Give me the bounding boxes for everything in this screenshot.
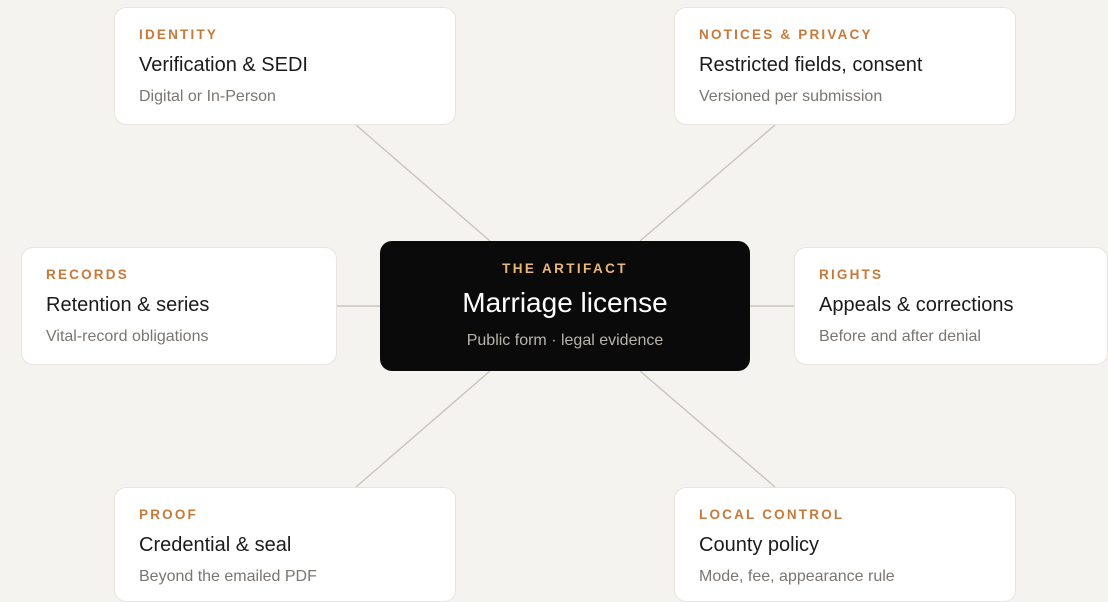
- card-subtitle: Mode, fee, appearance rule: [699, 568, 895, 585]
- card-eyebrow: PROOF: [139, 507, 199, 522]
- card-subtitle: Versioned per submission: [699, 88, 883, 105]
- card-eyebrow: IDENTITY: [139, 27, 219, 42]
- card-title: Appeals & corrections: [819, 294, 1014, 316]
- center-eyebrow: THE ARTIFACT: [502, 261, 628, 276]
- card-eyebrow: RECORDS: [46, 267, 129, 282]
- card-title: Restricted fields, consent: [699, 54, 923, 76]
- card-records: RECORDS Retention & series Vital-record …: [21, 247, 337, 365]
- card-title: Credential & seal: [139, 534, 292, 556]
- card-subtitle: Digital or In-Person: [139, 88, 276, 105]
- card-identity: IDENTITY Verification & SEDI Digital or …: [114, 7, 456, 125]
- card-notices-privacy: NOTICES & PRIVACY Restricted fields, con…: [674, 7, 1016, 125]
- card-title: County policy: [699, 534, 820, 556]
- connector-notices: [639, 124, 776, 242]
- connector-proof: [355, 370, 491, 488]
- card-eyebrow: RIGHTS: [819, 267, 884, 282]
- connector-identity: [355, 124, 491, 242]
- card-subtitle: Beyond the emailed PDF: [139, 568, 317, 585]
- card-subtitle: Vital-record obligations: [46, 328, 209, 345]
- card-local-control: LOCAL CONTROL County policy Mode, fee, a…: [674, 487, 1016, 602]
- card-title: Verification & SEDI: [139, 54, 308, 76]
- card-title: Retention & series: [46, 294, 210, 316]
- center-subtitle: Public form · legal evidence: [466, 332, 664, 349]
- card-eyebrow: LOCAL CONTROL: [699, 507, 845, 522]
- card-subtitle: Before and after denial: [819, 328, 981, 345]
- card-proof: PROOF Credential & seal Beyond the email…: [114, 487, 456, 602]
- card-eyebrow: NOTICES & PRIVACY: [699, 27, 873, 42]
- connector-local: [639, 370, 776, 488]
- center-title: Marriage license: [462, 287, 668, 318]
- card-rights: RIGHTS Appeals & corrections Before and …: [794, 247, 1108, 365]
- center-artifact-card: THE ARTIFACT Marriage license Public for…: [380, 241, 750, 371]
